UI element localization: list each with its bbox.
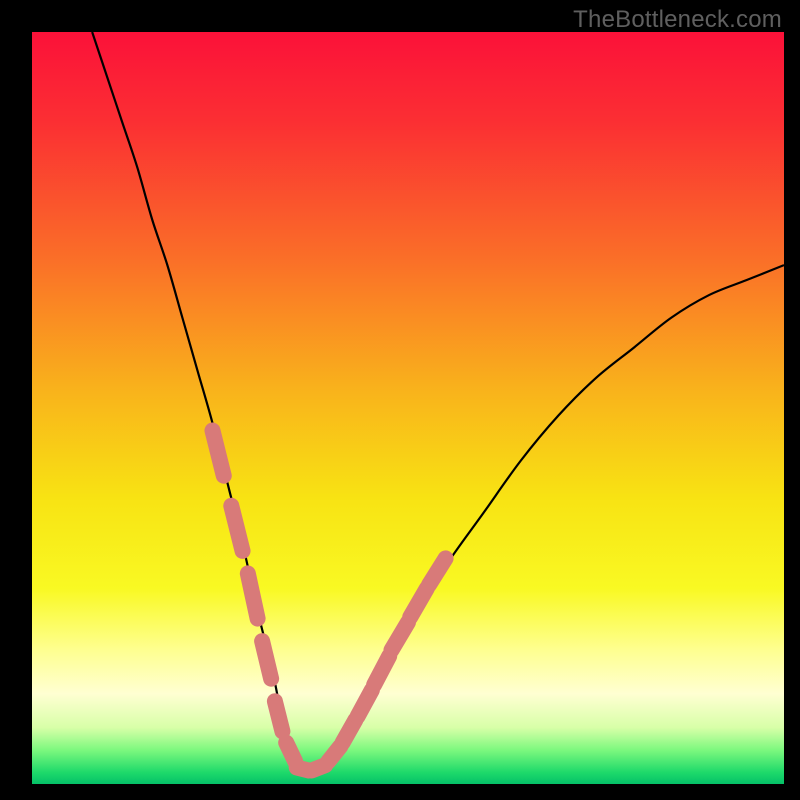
watermark-text: TheBottleneck.com — [573, 6, 782, 34]
bottleneck-chart — [32, 32, 784, 784]
marker-segment — [343, 720, 356, 743]
marker-segment — [275, 701, 283, 731]
marker-segment — [231, 506, 242, 551]
marker-segment — [262, 641, 271, 679]
marker-segment — [248, 573, 258, 618]
plot-area — [32, 32, 784, 784]
gradient-background — [32, 32, 784, 784]
marker-segment — [286, 743, 295, 762]
marker-segment — [212, 431, 223, 476]
